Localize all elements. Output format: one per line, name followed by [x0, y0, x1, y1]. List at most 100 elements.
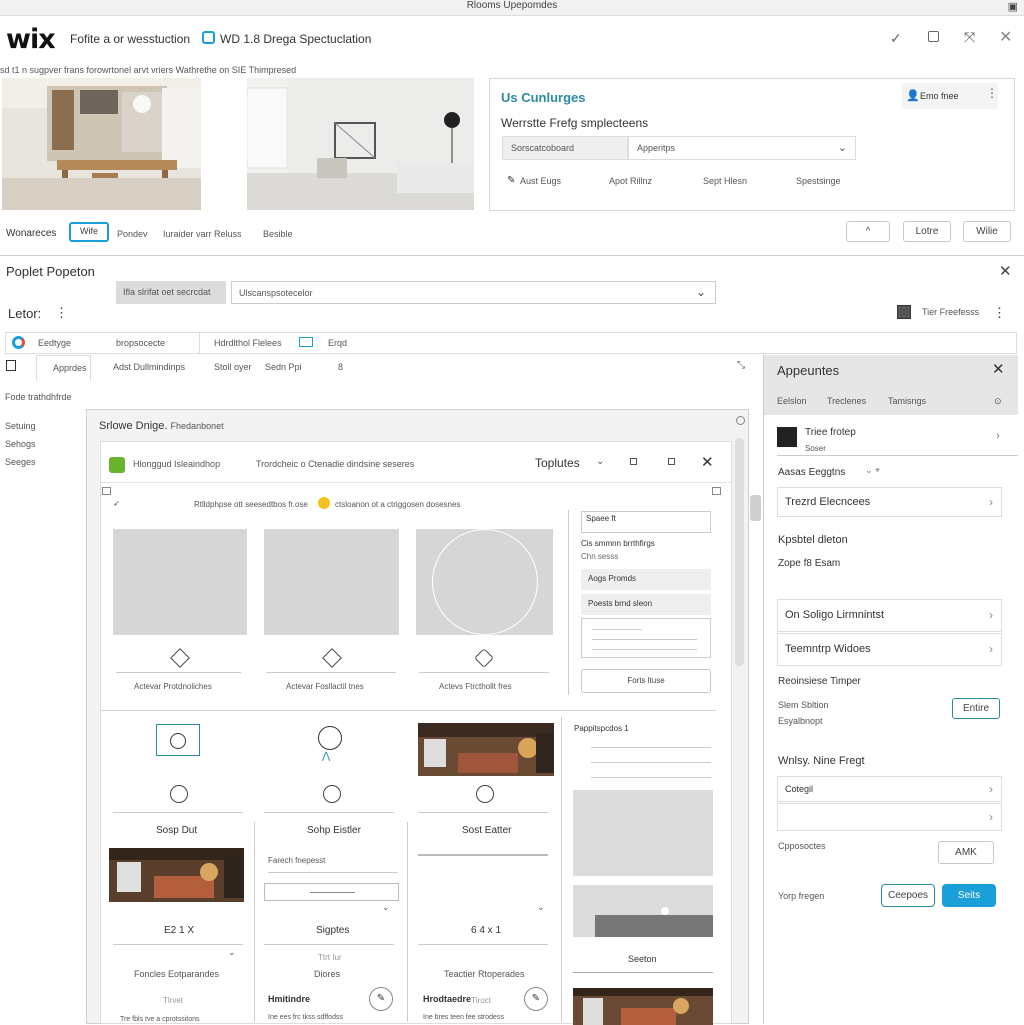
restore-icon[interactable] [630, 458, 637, 465]
toolbar-item-1[interactable]: Pondev [117, 229, 148, 239]
tab-row1-item-4[interactable]: Erqd [328, 338, 347, 348]
panel-toggle-icon[interactable] [6, 360, 16, 371]
user-icon: 👤 [906, 90, 920, 102]
radio-icon[interactable] [323, 785, 341, 803]
side-button[interactable]: Forts ltuse [581, 669, 711, 693]
sun-icon [318, 726, 342, 750]
tab-4[interactable]: Sedn Ppi [265, 362, 302, 372]
scroll-handle[interactable] [750, 495, 761, 521]
room-thumb-3[interactable] [573, 988, 713, 1025]
chevron-down-icon[interactable]: ⌄ ⌖ [865, 465, 880, 476]
room-thumb-1[interactable] [418, 723, 554, 776]
canvas-icon[interactable] [736, 416, 745, 425]
right-card-title[interactable]: Triee frotep [805, 427, 856, 438]
toolbar-active-button[interactable]: Wife [69, 222, 109, 242]
side-item-4[interactable]: Aogs Promds [581, 569, 711, 590]
right-tab-3[interactable]: Tamisngs [888, 396, 926, 406]
hero-link-1[interactable]: Aust Eugs [520, 176, 561, 186]
right-tab-1[interactable]: Eelslon [777, 396, 807, 406]
app-tagline: Fofite a or wesstuction [70, 32, 191, 46]
side-item-5[interactable]: Poests brnd sleon [581, 594, 711, 615]
card-image-3[interactable] [416, 529, 553, 635]
tab-5[interactable]: 8 [338, 362, 343, 372]
right-tab-2[interactable]: Treclenes [827, 396, 866, 406]
right-row-4[interactable]: Cotegil › [777, 776, 1002, 802]
close-icon[interactable]: ✕ [999, 27, 1012, 47]
card-image-1[interactable] [113, 529, 247, 635]
expand-icon[interactable]: ⤧ [964, 29, 975, 46]
chevron-right-icon[interactable]: › [996, 430, 1000, 442]
side-field-1-value: Spaee ft [586, 514, 616, 523]
side-image-2[interactable] [573, 885, 713, 937]
chevron-down-icon[interactable]: ⌄ [382, 902, 390, 913]
side-image-placeholder[interactable] [573, 790, 713, 876]
check-icon[interactable]: ✓ [890, 30, 902, 47]
hero-link-4[interactable]: Spestsinge [796, 176, 841, 186]
right-row-3[interactable]: Teemntrp Widoes › [777, 633, 1002, 666]
side-textarea[interactable] [581, 618, 711, 658]
inner-close-icon[interactable]: ✕ [701, 453, 714, 471]
play-icon[interactable] [318, 497, 330, 509]
browser-icon [12, 336, 25, 349]
kebab-icon[interactable]: ⋮ [55, 305, 68, 321]
preview-icon[interactable] [928, 31, 939, 42]
section-select[interactable]: Ulscanspsotecelor ⌄ [231, 281, 716, 304]
edit-icon[interactable]: ✎ [524, 987, 548, 1011]
section-label: Letor: [8, 306, 42, 321]
edit-icon[interactable]: ✎ [369, 987, 393, 1011]
wix-logo[interactable]: wix [6, 24, 56, 55]
right-tab-icon[interactable]: ⊙ [994, 396, 1002, 407]
up-button[interactable]: ^ [846, 221, 890, 242]
left-nav-item-2[interactable]: Sehogs [5, 439, 36, 449]
card-label-3: Actevs Ftrcthollt fres [439, 682, 512, 691]
select-left[interactable]: Sorscatcoboard [502, 136, 628, 160]
kebab-icon[interactable]: ⋮ [993, 305, 1006, 321]
card-image-2[interactable] [264, 529, 399, 635]
right-row-2[interactable]: On Soligo Lirmnintst › [777, 599, 1002, 632]
minimize-icon[interactable]: ⌄ [596, 456, 604, 467]
range-slider[interactable] [264, 883, 399, 901]
divider [0, 255, 1024, 256]
chevron-down-icon[interactable]: ⌄ [537, 902, 545, 913]
tab-3[interactable]: Stoll oyer [214, 362, 252, 372]
section-close-icon[interactable]: ✕ [999, 262, 1012, 280]
right-panel-close-icon[interactable]: ✕ [992, 360, 1005, 378]
tabs-row-1: Eedtyge bropsocecte Hdrdlthol Flelees Er… [5, 332, 1017, 354]
cancel-button[interactable]: Ceepoes [881, 884, 935, 907]
wilie-button[interactable]: Wilie [963, 221, 1011, 242]
tab-active[interactable]: Apprdes [36, 355, 91, 381]
save-button[interactable]: Seits [942, 884, 996, 907]
hero-link-2[interactable]: Apot Rillnz [609, 176, 652, 186]
maximize-icon[interactable] [668, 458, 675, 465]
right-row-5[interactable]: › [777, 803, 1002, 831]
lotre-button[interactable]: Lotre [903, 221, 951, 242]
scrollbar[interactable] [735, 438, 744, 666]
left-nav-item-3[interactable]: Seeges [5, 457, 36, 467]
select-right[interactable]: Apperitps ⌄ [628, 136, 856, 160]
chevron-down-icon[interactable]: ⌄ [228, 947, 236, 958]
right-comp-label: Cpposoctes [778, 841, 826, 851]
side-field-1[interactable]: Spaee ft [581, 511, 711, 533]
left-nav-item-1[interactable]: Setuing [5, 421, 36, 431]
right-row-1[interactable]: Trezrd Elecncees › [777, 487, 1002, 517]
room-photo-kitchen[interactable] [2, 78, 201, 210]
room-photo-living[interactable] [247, 78, 474, 210]
chip[interactable]: 👤 Emo fnee [902, 83, 998, 109]
tab-row1-item-3[interactable]: Hdrdlthol Flelees [214, 338, 282, 348]
tab-row1-item-2[interactable]: bropsocecte [116, 338, 165, 348]
radio-icon[interactable] [170, 785, 188, 803]
toolbar-item-2[interactable]: Iuraider varr Reluss [163, 229, 242, 239]
tab-2[interactable]: Adst Dullmindinps [113, 362, 185, 372]
kebab-icon[interactable]: ⋮ [986, 86, 998, 100]
room-thumb-2[interactable] [109, 848, 244, 902]
window-maximize-icon[interactable]: ▣ [1008, 1, 1018, 13]
row5-sub-1: Tre fbls tve a cprotssitons [120, 1016, 200, 1023]
radio-icon[interactable] [476, 785, 494, 803]
toolbar-item-3[interactable]: Besible [263, 229, 293, 239]
tab-row1-item-1[interactable]: Eedtyge [38, 338, 71, 348]
collapse-icon[interactable]: ⤡ [737, 360, 745, 371]
section-input-left[interactable]: Ifla slrifat oet secrcdat [116, 281, 226, 304]
entire-button[interactable]: Entire [952, 698, 1000, 719]
amk-button[interactable]: AMK [938, 841, 994, 864]
hero-link-3[interactable]: Sept Hlesn [703, 176, 747, 186]
